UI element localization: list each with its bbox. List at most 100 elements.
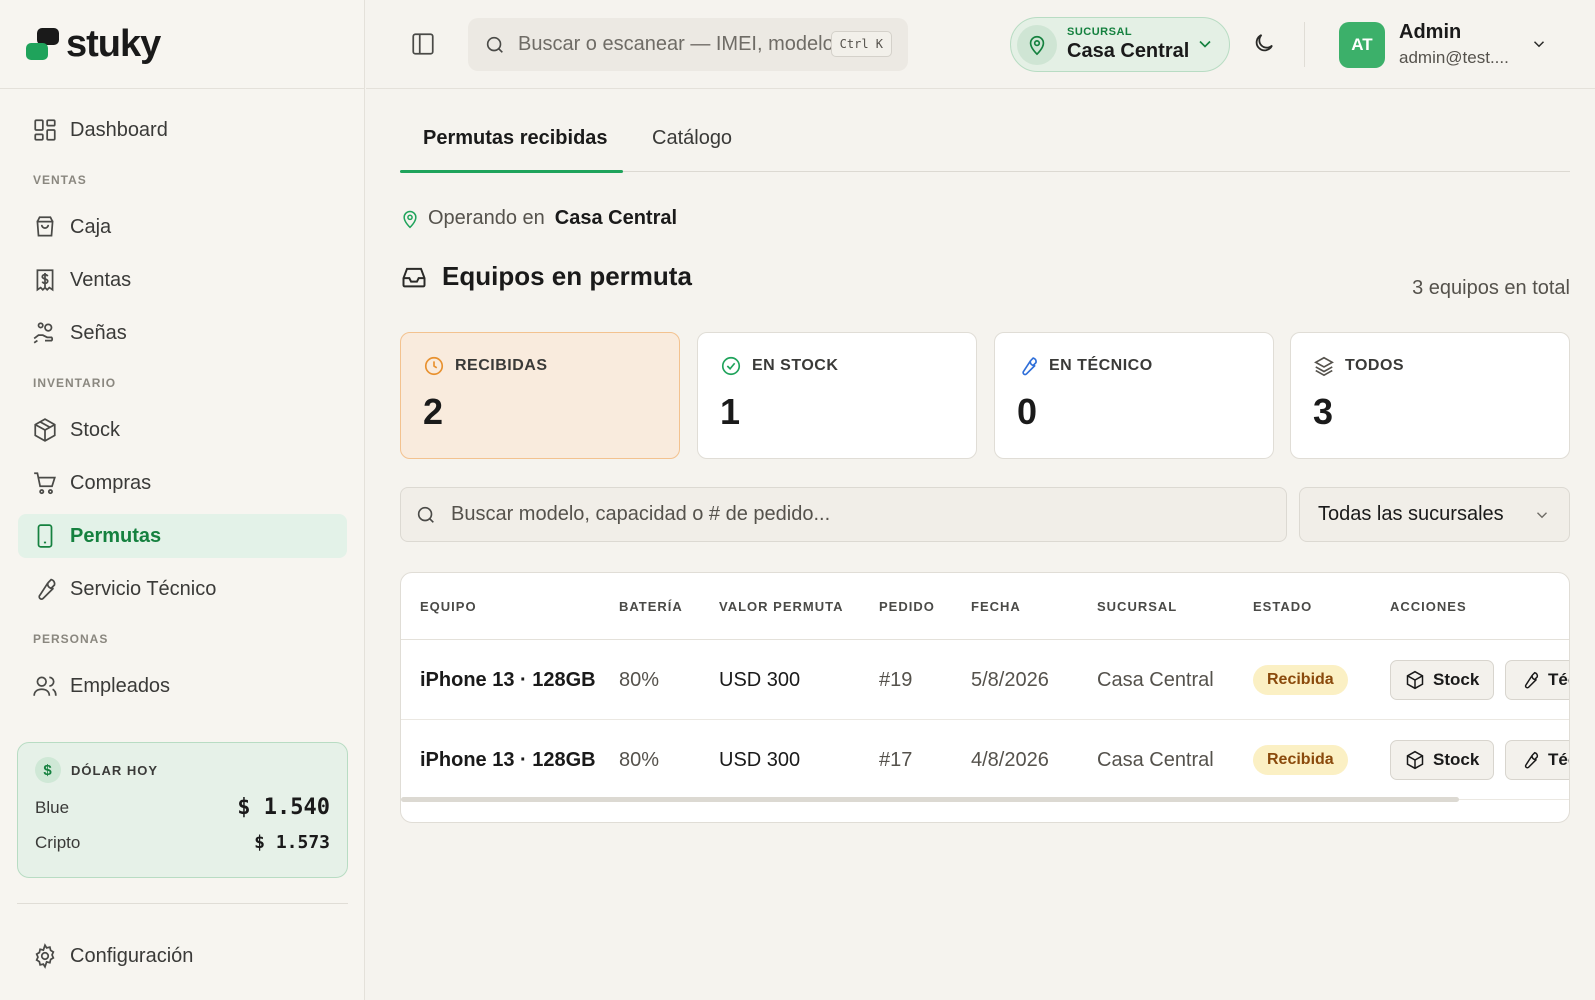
dollar-icon: $ [35, 757, 61, 783]
column-header: FECHA [971, 599, 1021, 614]
tabs: Permutas recibidas Catálogo [400, 89, 1570, 173]
theme-toggle-button[interactable] [1252, 31, 1278, 57]
avatar: AT [1339, 21, 1385, 68]
cell-equipo: iPhone 13 · 128GB [420, 669, 596, 691]
brand-logo[interactable]: stuky [0, 0, 364, 89]
user-menu[interactable]: AT Admin admin@test.... [1339, 21, 1509, 68]
sidebar-section-personas: PERSONAS [33, 632, 109, 646]
column-header: EQUIPO [420, 599, 477, 614]
card-todos[interactable]: TODOS 3 [1290, 332, 1570, 459]
package-icon [32, 417, 58, 443]
operando-value: Casa Central [554, 207, 678, 229]
dolar-value: $ 1.540 [237, 795, 330, 820]
column-header: BATERÍA [619, 599, 683, 614]
card-en-stock[interactable]: EN STOCK 1 [697, 332, 977, 459]
cell-fecha: 4/8/2026 [971, 749, 1049, 771]
hand-coins-icon [32, 320, 58, 346]
sucursal-filter-select[interactable]: Todas las sucursales [1299, 487, 1570, 542]
column-header: ESTADO [1253, 599, 1313, 614]
map-pin-icon [1017, 24, 1057, 65]
cell-bateria: 80% [619, 669, 660, 691]
page-title: Equipos en permuta [442, 261, 692, 291]
wrench-icon [1524, 671, 1539, 689]
cell-bateria: 80% [619, 749, 660, 771]
table-header: EQUIPO BATERÍA VALOR PERMUTA PEDIDO FECH… [401, 573, 1569, 640]
dolar-row-blue: Blue $ 1.540 [35, 795, 330, 820]
search-icon [417, 506, 434, 523]
toggle-sidebar-button[interactable] [410, 31, 436, 57]
chevron-down-icon[interactable] [1530, 35, 1548, 58]
filter-search-input[interactable]: Buscar modelo, capacidad o # de pedido..… [400, 487, 1287, 542]
table-row[interactable]: iPhone 13 · 128GB 80% USD 300 #19 5/8/20… [401, 640, 1569, 720]
sidebar-item-empleados[interactable]: Empleados [18, 664, 347, 708]
tab-catalogo[interactable]: Catálogo [652, 127, 732, 150]
cell-sucursal: Casa Central [1097, 669, 1214, 691]
card-label: EN STOCK [752, 357, 839, 374]
brand-mark-icon [26, 26, 62, 62]
card-value: 2 [423, 391, 444, 432]
sidebar-item-label: Compras [70, 471, 152, 494]
tecnico-button[interactable]: Técnico [1505, 660, 1569, 700]
sidebar-item-dashboard[interactable]: Dashboard [18, 108, 347, 152]
column-header: SUCURSAL [1097, 599, 1178, 614]
select-value: Todas las sucursales [1318, 503, 1504, 525]
tab-permutas-recibidas[interactable]: Permutas recibidas [423, 127, 608, 150]
card-en-tecnico[interactable]: EN TÉCNICO 0 [994, 332, 1274, 459]
gear-icon [35, 943, 55, 969]
sidebar-panel-icon [412, 33, 434, 55]
shopping-bag-icon [32, 214, 58, 240]
wrench-icon [1524, 751, 1539, 769]
table-row[interactable]: iPhone 13 · 128GB 80% USD 300 #17 4/8/20… [401, 720, 1569, 800]
card-recibidas[interactable]: RECIBIDAS 2 [400, 332, 680, 459]
sidebar-item-compras[interactable]: Compras [18, 461, 347, 505]
cell-equipo: iPhone 13 · 128GB [420, 749, 596, 771]
card-label: RECIBIDAS [455, 357, 548, 374]
stock-button[interactable]: Stock [1390, 660, 1495, 700]
column-header: ACCIONES [1390, 599, 1467, 614]
tecnico-button[interactable]: Técnico [1505, 740, 1569, 780]
cell-valor: USD 300 [719, 669, 801, 691]
sidebar-item-label: Señas [70, 321, 127, 344]
sidebar-item-stock[interactable]: Stock [18, 408, 347, 452]
config-label: Configuración [70, 944, 194, 967]
sidebar-item-permutas[interactable]: Permutas [18, 514, 347, 558]
cell-pedido: #17 [879, 749, 913, 771]
sidebar-item-senas[interactable]: Señas [18, 311, 347, 355]
sidebar-item-label: Ventas [70, 268, 132, 291]
user-email: admin@test.... [1399, 48, 1509, 67]
sidebar-item-label: Permutas [70, 524, 162, 547]
card-label: TODOS [1345, 357, 1405, 374]
map-pin-icon [403, 210, 417, 228]
sidebar-item-label: Stock [70, 418, 121, 441]
status-badge: Recibida [1253, 665, 1348, 695]
sidebar-item-caja[interactable]: Caja [18, 205, 347, 249]
sidebar-item-configuracion[interactable]: Configuración [32, 943, 193, 969]
receipt-dollar-icon [32, 267, 58, 293]
global-search-input[interactable]: Buscar o escanear — IMEI, modelo, # de p… [468, 18, 908, 71]
card-value: 1 [720, 391, 741, 432]
button-label: Técnico [1548, 670, 1569, 689]
button-label: Stock [1433, 670, 1480, 689]
table-horizontal-scrollbar[interactable] [401, 797, 1459, 802]
layers-icon [1314, 356, 1334, 377]
sucursal-selector[interactable]: SUCURSAL Casa Central [1010, 17, 1230, 72]
cell-sucursal: Casa Central [1097, 749, 1214, 771]
column-header: VALOR PERMUTA [719, 599, 844, 614]
sidebar-item-label: Caja [70, 215, 112, 238]
permutas-table: EQUIPO BATERÍA VALOR PERMUTA PEDIDO FECH… [400, 572, 1570, 823]
sidebar-item-ventas[interactable]: Ventas [18, 258, 347, 302]
sidebar-section-ventas: VENTAS [33, 173, 87, 187]
header-divider [1304, 22, 1305, 67]
clock-icon [424, 356, 444, 376]
sidebar-item-servicio-tecnico[interactable]: Servicio Técnico [18, 567, 347, 611]
main-content: Permutas recibidas Catálogo Operando en … [400, 89, 1570, 823]
operando-prefix: Operando en [428, 207, 545, 229]
button-label: Stock [1433, 750, 1480, 769]
stock-button[interactable]: Stock [1390, 740, 1495, 780]
sidebar-section-inventario: INVENTARIO [33, 376, 117, 390]
sucursal-label: SUCURSAL [1067, 26, 1133, 38]
sidebar: stuky Dashboard VENTAS Caja Ventas Señas… [0, 0, 365, 1000]
button-label: Técnico [1548, 750, 1569, 769]
cart-icon [32, 470, 58, 496]
shortcut-badge: Ctrl K [830, 31, 892, 57]
